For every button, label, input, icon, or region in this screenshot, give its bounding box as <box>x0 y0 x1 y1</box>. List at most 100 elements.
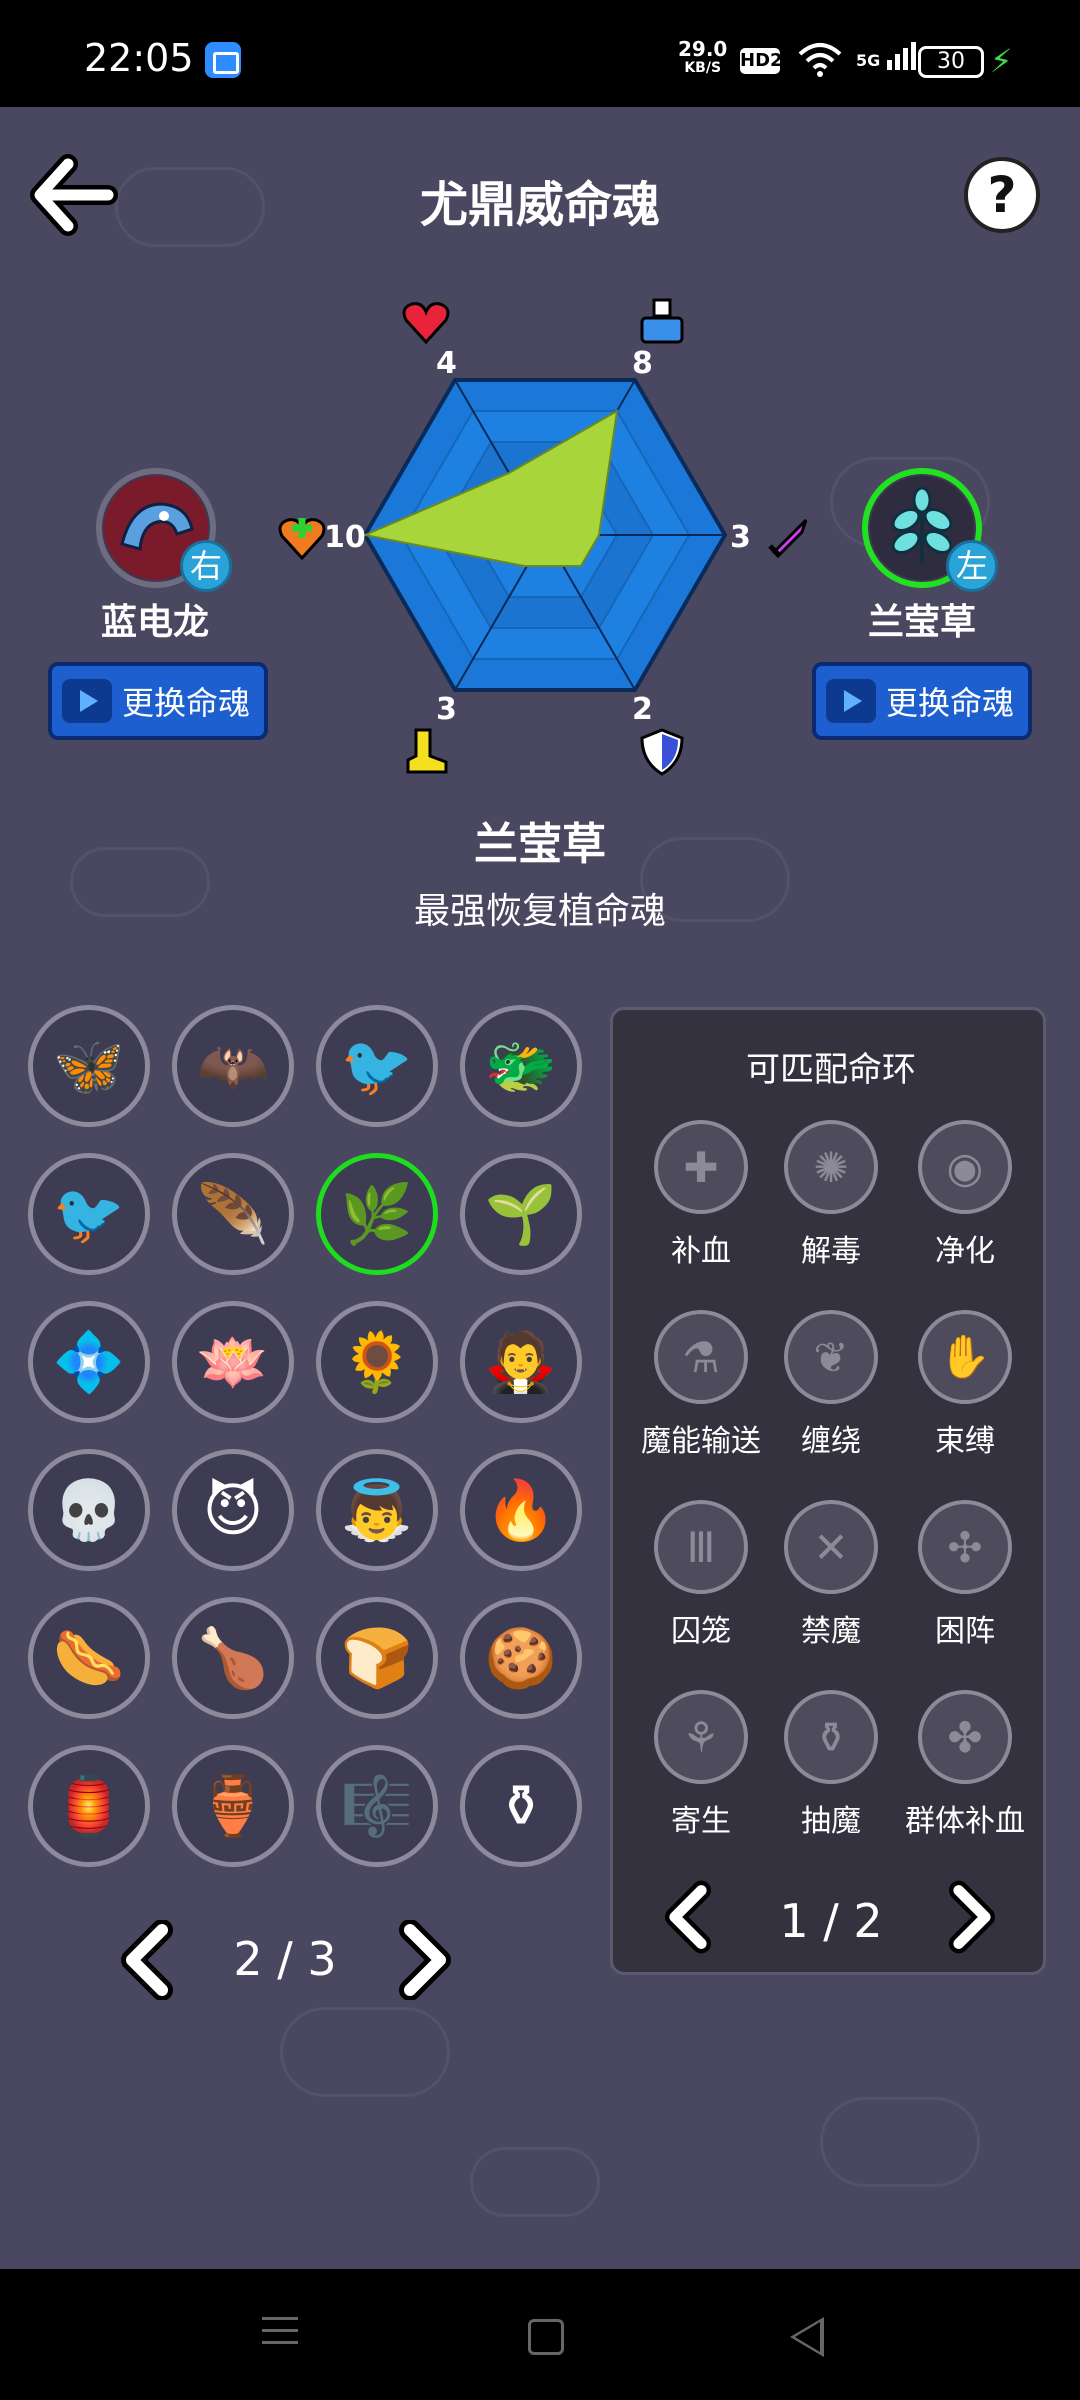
fire-feather-icon: 🪶 <box>196 1180 270 1248</box>
boot-icon <box>406 728 448 774</box>
page-title: 尤鼎威命魂 <box>419 177 660 233</box>
soul-grid-item[interactable]: 🏮 <box>28 1745 150 1867</box>
blue-flower-icon: 💠 <box>52 1328 126 1396</box>
soul-grid-item[interactable]: 🐦 <box>316 1005 438 1127</box>
status-time: 22:05 <box>84 36 194 80</box>
soul-grid-item[interactable]: 💀 <box>28 1449 150 1571</box>
ring-item[interactable]: Ⅲ 囚笼 <box>633 1500 769 1650</box>
app-notification-icon <box>205 42 241 78</box>
ring-item[interactable]: ✺ 解毒 <box>763 1120 899 1270</box>
soul-grid-item[interactable]: 💠 <box>28 1301 150 1423</box>
fire-dragon-icon: 🐲 <box>484 1032 558 1100</box>
group-heal-icon: ✤ <box>918 1690 1012 1784</box>
system-back-icon[interactable] <box>790 2317 824 2357</box>
right-change-soul-button[interactable]: 更换命魂 <box>812 662 1032 740</box>
left-soul-name: 蓝电龙 <box>100 602 209 643</box>
soul-grid-item[interactable]: 🍗 <box>172 1597 294 1719</box>
vine-icon: 🌱 <box>484 1180 558 1248</box>
network-speed-unit: KB/S <box>684 60 722 76</box>
entangle-icon: ❦ <box>784 1310 878 1404</box>
system-nav-bar <box>0 2269 1080 2400</box>
network-speed-value: 29.0 <box>678 37 728 61</box>
charging-icon: ⚡ <box>990 42 1013 80</box>
ring-item[interactable]: ◉ 净化 <box>897 1120 1033 1270</box>
stat-defense-value: 2 <box>632 692 653 727</box>
ring-prev-page-icon[interactable] <box>657 1880 719 1954</box>
slot-badge-left: 左 <box>946 540 998 592</box>
blue-leaf-icon: 🌿 <box>340 1180 414 1248</box>
signal-bars-icon <box>886 42 916 70</box>
ring-item-label: 补血 <box>671 1234 731 1269</box>
soul-grid-item[interactable]: 🪷 <box>172 1301 294 1423</box>
ring-item[interactable]: ❦ 缠绕 <box>763 1310 899 1460</box>
soul-grid-item[interactable]: 🌿 <box>316 1153 438 1275</box>
soul-grid-item[interactable]: 🌭 <box>28 1597 150 1719</box>
ring-item-label: 禁魔 <box>801 1614 861 1649</box>
soul-grid-item[interactable]: 🌱 <box>460 1153 582 1275</box>
soul-page-indicator: 2 / 3 <box>233 1932 337 1986</box>
soul-prev-page-icon[interactable] <box>112 1920 182 2000</box>
parasite-icon: ⚘ <box>654 1690 748 1784</box>
ring-item-label: 寄生 <box>671 1804 731 1839</box>
sausage-icon: 🌭 <box>52 1624 126 1692</box>
play-icon <box>826 679 876 723</box>
soul-next-page-icon[interactable] <box>390 1920 460 2000</box>
left-change-soul-button[interactable]: 更换命魂 <box>48 662 268 740</box>
left-change-soul-label: 更换命魂 <box>122 684 251 722</box>
ring-next-page-icon[interactable] <box>941 1880 1003 1954</box>
right-change-soul-label: 更换命魂 <box>886 684 1015 722</box>
angel-icon: 👼 <box>340 1476 414 1544</box>
soul-grid-item[interactable]: 🦋 <box>28 1005 150 1127</box>
cage-icon: Ⅲ <box>654 1500 748 1594</box>
stat-mana-value: 8 <box>632 346 653 381</box>
potion-icon <box>640 298 684 344</box>
recent-apps-icon[interactable] <box>262 2317 298 2353</box>
ring-item[interactable]: ✋ 束缚 <box>897 1310 1033 1460</box>
swallow-icon: 🐦 <box>52 1180 126 1248</box>
butterfly-icon: 🦋 <box>52 1032 126 1100</box>
drain-icon: ⚱ <box>784 1690 878 1784</box>
ring-item-label: 净化 <box>935 1234 995 1269</box>
ring-item[interactable]: ✕ 禁魔 <box>763 1500 899 1650</box>
soul-grid-item[interactable]: 🧛 <box>460 1301 582 1423</box>
ring-panel-title: 可匹配命环 <box>746 1050 916 1090</box>
ring-item-label: 缠绕 <box>801 1424 861 1459</box>
soul-grid-item[interactable]: 👼 <box>316 1449 438 1571</box>
ring-item-label: 抽魔 <box>801 1804 861 1839</box>
soul-grid-item[interactable]: 🏺 <box>172 1745 294 1867</box>
home-icon[interactable] <box>528 2319 564 2355</box>
phoenix-icon: 🐦 <box>340 1032 414 1100</box>
soul-grid-item[interactable]: 😈 <box>172 1449 294 1571</box>
soul-grid-item[interactable]: 🐦 <box>28 1153 150 1275</box>
left-soul-slot[interactable]: 右 <box>96 468 232 592</box>
soul-grid-item[interactable]: 🦇 <box>172 1005 294 1127</box>
soul-grid-item[interactable]: ⚱ <box>460 1745 582 1867</box>
ring-item-label: 束缚 <box>935 1424 995 1459</box>
ring-item-label: 困阵 <box>935 1614 995 1649</box>
soul-grid-item[interactable]: 🪶 <box>172 1153 294 1275</box>
help-button[interactable]: ? <box>964 157 1040 233</box>
ring-item[interactable]: ✚ 补血 <box>633 1120 769 1270</box>
right-soul-slot[interactable]: 左 <box>862 468 998 592</box>
mana-transfer-icon: ⚗ <box>654 1310 748 1404</box>
ring-item[interactable]: ⚘ 寄生 <box>633 1690 769 1840</box>
soul-grid-item[interactable]: 🍪 <box>460 1597 582 1719</box>
soul-grid-item[interactable]: 🎼 <box>316 1745 438 1867</box>
soul-grid-item[interactable]: 🌻 <box>316 1301 438 1423</box>
trap-icon: ✣ <box>918 1500 1012 1594</box>
soul-grid-item[interactable]: 🔥 <box>460 1449 582 1571</box>
soul-grid-item[interactable]: 🐲 <box>460 1005 582 1127</box>
bat-icon: 🦇 <box>196 1032 270 1100</box>
status-bar: 22:05 29.0 KB/S HD2 5G 30 ⚡ <box>0 0 1080 107</box>
heart-icon <box>402 302 450 345</box>
demon-icon: 😈 <box>202 1476 264 1544</box>
soul-grid-item[interactable]: 🍞 <box>316 1597 438 1719</box>
ring-item[interactable]: ✤ 群体补血 <box>897 1690 1033 1840</box>
ring-item[interactable]: ✣ 困阵 <box>897 1500 1033 1650</box>
selected-soul-name: 兰莹草 <box>474 819 606 870</box>
red-crystal-icon: 🏮 <box>52 1772 126 1840</box>
hd-icon: HD2 <box>740 48 783 74</box>
ring-page-indicator: 1 / 2 <box>779 1894 883 1948</box>
ring-item[interactable]: ⚱ 抽魔 <box>763 1690 899 1840</box>
ring-item[interactable]: ⚗ 魔能输送 <box>633 1310 769 1460</box>
